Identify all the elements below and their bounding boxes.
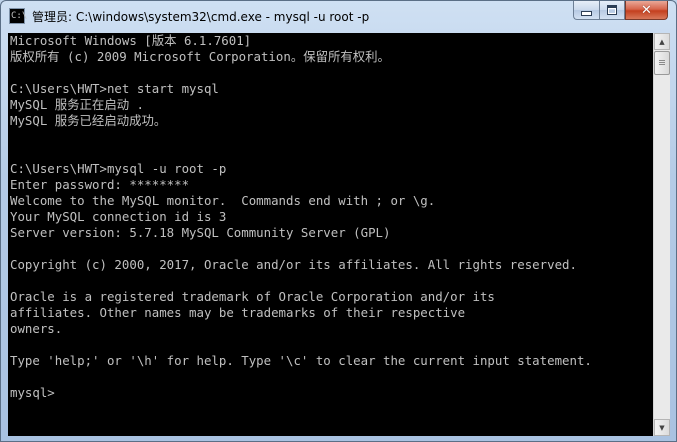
scroll-up-button[interactable]: ▲ [654,33,670,50]
title-bar[interactable]: C:\ 管理员: C:\windows\system32\cmd.exe - m… [1,1,676,33]
console-line: mysql> [10,385,55,400]
thumb-grip [659,62,665,63]
console-text: Microsoft Windows [版本 6.1.7601] 版权所有 (c) … [10,33,592,401]
cmd-window: C:\ 管理员: C:\windows\system32\cmd.exe - m… [0,0,677,442]
console-line: Your MySQL connection id is 3 [10,209,227,224]
console-line: Type 'help;' or '\h' for help. Type '\c'… [10,353,592,368]
console-line: owners. [10,321,63,336]
console-line: Welcome to the MySQL monitor. Commands e… [10,193,436,208]
caption-buttons: ✕ [573,1,668,21]
console-line: Enter password: ******** [10,177,190,192]
console-line: Oracle is a registered trademark of Orac… [10,289,495,304]
console-output[interactable]: Microsoft Windows [版本 6.1.7601] 版权所有 (c) … [8,33,653,436]
maximize-icon [607,5,617,15]
console-line: MySQL 服务正在启动 . [10,97,145,112]
close-icon: ✕ [641,2,652,18]
console-line: Server version: 5.7.18 MySQL Community S… [10,225,391,240]
console-line: affiliates. Other names may be trademark… [10,305,466,320]
maximize-button[interactable] [599,1,625,20]
console-line: C:\Users\HWT>mysql -u root -p [10,161,227,176]
minimize-button[interactable] [573,1,599,20]
window-title: 管理员: C:\windows\system32\cmd.exe - mysql… [32,10,370,24]
console-line: MySQL 服务已经启动成功。 [10,113,167,128]
thumb-grip [659,64,665,65]
minimize-icon [581,10,592,16]
scroll-up-arrow-icon: ▲ [659,37,665,46]
scroll-down-button[interactable]: ▼ [654,419,670,436]
scroll-thumb[interactable] [654,51,670,75]
cmd-icon[interactable]: C:\ [9,8,27,24]
console-line: Copyright (c) 2000, 2017, Oracle and/or … [10,257,577,272]
console-line: Microsoft Windows [版本 6.1.7601] [10,33,252,48]
close-button[interactable]: ✕ [625,1,668,20]
scroll-down-arrow-icon: ▼ [659,423,665,432]
console-line: C:\Users\HWT>net start mysql [10,81,219,96]
thumb-grip [659,60,665,61]
console-line: 版权所有 (c) 2009 Microsoft Corporation。保留所有… [10,49,390,64]
vertical-scrollbar[interactable]: ▲ ▼ [653,33,670,436]
